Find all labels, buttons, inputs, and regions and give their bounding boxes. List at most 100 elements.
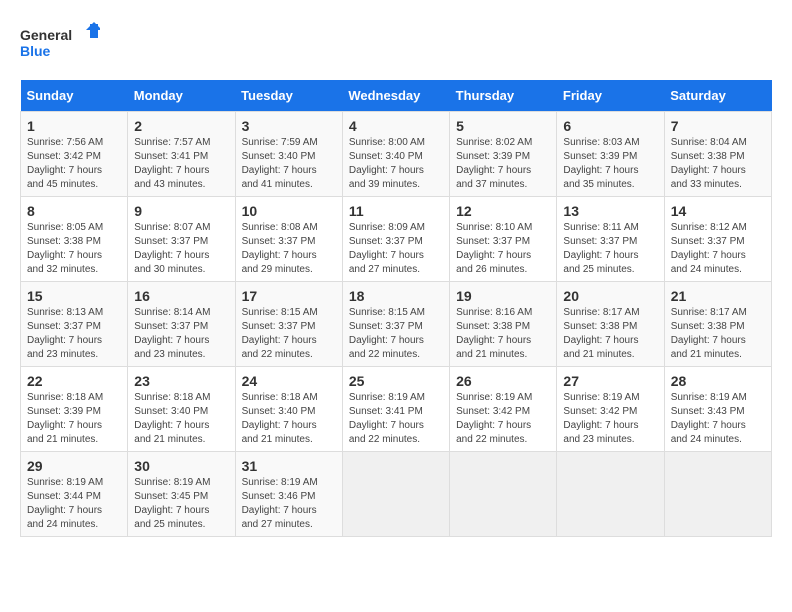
- day-info: Sunrise: 8:00 AMSunset: 3:40 PMDaylight:…: [349, 136, 443, 192]
- calendar-header: SundayMondayTuesdayWednesdayThursdayFrid…: [21, 80, 772, 112]
- calendar-cell: 4 Sunrise: 8:00 AMSunset: 3:40 PMDaylight…: [342, 112, 449, 197]
- calendar-cell: 28 Sunrise: 8:19 AMSunset: 3:43 PMDayligh…: [664, 367, 771, 452]
- calendar-cell: 2 Sunrise: 7:57 AMSunset: 3:41 PMDaylight…: [128, 112, 235, 197]
- day-info: Sunrise: 8:08 AMSunset: 3:37 PMDaylight:…: [242, 221, 336, 277]
- calendar-cell: 16 Sunrise: 8:14 AMSunset: 3:37 PMDayligh…: [128, 282, 235, 367]
- day-info: Sunrise: 8:12 AMSunset: 3:37 PMDaylight:…: [671, 221, 765, 277]
- calendar-cell: [342, 452, 449, 537]
- calendar-cell: 8 Sunrise: 8:05 AMSunset: 3:38 PMDaylight…: [21, 197, 128, 282]
- day-number: 29: [27, 458, 121, 474]
- day-number: 23: [134, 373, 228, 389]
- calendar-cell: 22 Sunrise: 8:18 AMSunset: 3:39 PMDayligh…: [21, 367, 128, 452]
- calendar-cell: 18 Sunrise: 8:15 AMSunset: 3:37 PMDayligh…: [342, 282, 449, 367]
- page-header: General Blue: [20, 20, 772, 64]
- calendar-cell: 24 Sunrise: 8:18 AMSunset: 3:40 PMDayligh…: [235, 367, 342, 452]
- day-number: 7: [671, 118, 765, 134]
- calendar-cell: 15 Sunrise: 8:13 AMSunset: 3:37 PMDayligh…: [21, 282, 128, 367]
- calendar-week-row: 15 Sunrise: 8:13 AMSunset: 3:37 PMDayligh…: [21, 282, 772, 367]
- day-info: Sunrise: 8:19 AMSunset: 3:42 PMDaylight:…: [563, 391, 657, 447]
- day-info: Sunrise: 8:05 AMSunset: 3:38 PMDaylight:…: [27, 221, 121, 277]
- calendar-cell: 27 Sunrise: 8:19 AMSunset: 3:42 PMDayligh…: [557, 367, 664, 452]
- calendar-cell: 1 Sunrise: 7:56 AMSunset: 3:42 PMDaylight…: [21, 112, 128, 197]
- day-number: 22: [27, 373, 121, 389]
- day-info: Sunrise: 7:59 AMSunset: 3:40 PMDaylight:…: [242, 136, 336, 192]
- weekday-header: Monday: [128, 80, 235, 112]
- calendar-cell: [450, 452, 557, 537]
- day-number: 25: [349, 373, 443, 389]
- day-info: Sunrise: 8:17 AMSunset: 3:38 PMDaylight:…: [671, 306, 765, 362]
- day-number: 6: [563, 118, 657, 134]
- day-number: 19: [456, 288, 550, 304]
- calendar-cell: 20Sunrise: 8:17 AMSunset: 3:38 PMDayligh…: [557, 282, 664, 367]
- calendar-cell: 29Sunrise: 8:19 AMSunset: 3:44 PMDayligh…: [21, 452, 128, 537]
- calendar-week-row: 8 Sunrise: 8:05 AMSunset: 3:38 PMDaylight…: [21, 197, 772, 282]
- calendar-cell: 3Sunrise: 7:59 AMSunset: 3:40 PMDaylight…: [235, 112, 342, 197]
- day-number: 28: [671, 373, 765, 389]
- calendar-week-row: 22 Sunrise: 8:18 AMSunset: 3:39 PMDayligh…: [21, 367, 772, 452]
- day-number: 12: [456, 203, 550, 219]
- day-info: Sunrise: 8:03 AMSunset: 3:39 PMDaylight:…: [563, 136, 657, 192]
- day-info: Sunrise: 8:02 AMSunset: 3:39 PMDaylight:…: [456, 136, 550, 192]
- day-number: 11: [349, 203, 443, 219]
- svg-text:Blue: Blue: [20, 43, 51, 59]
- day-info: Sunrise: 8:19 AMSunset: 3:42 PMDaylight:…: [456, 391, 550, 447]
- day-number: 21: [671, 288, 765, 304]
- calendar-cell: 30Sunrise: 8:19 AMSunset: 3:45 PMDayligh…: [128, 452, 235, 537]
- calendar-cell: 11 Sunrise: 8:09 AMSunset: 3:37 PMDayligh…: [342, 197, 449, 282]
- calendar-cell: 7 Sunrise: 8:04 AMSunset: 3:38 PMDaylight…: [664, 112, 771, 197]
- day-number: 15: [27, 288, 121, 304]
- day-number: 16: [134, 288, 228, 304]
- day-number: 5: [456, 118, 550, 134]
- calendar-cell: 25Sunrise: 8:19 AMSunset: 3:41 PMDayligh…: [342, 367, 449, 452]
- calendar-cell: 10 Sunrise: 8:08 AMSunset: 3:37 PMDayligh…: [235, 197, 342, 282]
- day-number: 20: [563, 288, 657, 304]
- day-info: Sunrise: 8:15 AMSunset: 3:37 PMDaylight:…: [242, 306, 336, 362]
- calendar-cell: 12Sunrise: 8:10 AMSunset: 3:37 PMDayligh…: [450, 197, 557, 282]
- weekday-header: Saturday: [664, 80, 771, 112]
- day-number: 1: [27, 118, 121, 134]
- day-info: Sunrise: 8:18 AMSunset: 3:40 PMDaylight:…: [242, 391, 336, 447]
- day-number: 30: [134, 458, 228, 474]
- day-info: Sunrise: 8:18 AMSunset: 3:39 PMDaylight:…: [27, 391, 121, 447]
- weekday-header: Wednesday: [342, 80, 449, 112]
- day-info: Sunrise: 8:13 AMSunset: 3:37 PMDaylight:…: [27, 306, 121, 362]
- day-info: Sunrise: 8:14 AMSunset: 3:37 PMDaylight:…: [134, 306, 228, 362]
- calendar-table: SundayMondayTuesdayWednesdayThursdayFrid…: [20, 80, 772, 537]
- day-number: 18: [349, 288, 443, 304]
- day-number: 31: [242, 458, 336, 474]
- calendar-cell: [664, 452, 771, 537]
- calendar-cell: 14Sunrise: 8:12 AMSunset: 3:37 PMDayligh…: [664, 197, 771, 282]
- day-number: 13: [563, 203, 657, 219]
- day-number: 2: [134, 118, 228, 134]
- day-info: Sunrise: 8:11 AMSunset: 3:37 PMDaylight:…: [563, 221, 657, 277]
- day-info: Sunrise: 7:56 AMSunset: 3:42 PMDaylight:…: [27, 136, 121, 192]
- calendar-cell: [557, 452, 664, 537]
- day-info: Sunrise: 8:09 AMSunset: 3:37 PMDaylight:…: [349, 221, 443, 277]
- logo-icon: General Blue: [20, 20, 100, 64]
- day-number: 4: [349, 118, 443, 134]
- weekday-header: Thursday: [450, 80, 557, 112]
- day-info: Sunrise: 8:15 AMSunset: 3:37 PMDaylight:…: [349, 306, 443, 362]
- day-info: Sunrise: 7:57 AMSunset: 3:41 PMDaylight:…: [134, 136, 228, 192]
- weekday-header: Tuesday: [235, 80, 342, 112]
- calendar-week-row: 1 Sunrise: 7:56 AMSunset: 3:42 PMDaylight…: [21, 112, 772, 197]
- logo: General Blue: [20, 20, 100, 64]
- calendar-cell: 9Sunrise: 8:07 AMSunset: 3:37 PMDaylight…: [128, 197, 235, 282]
- day-info: Sunrise: 8:04 AMSunset: 3:38 PMDaylight:…: [671, 136, 765, 192]
- weekday-header: Friday: [557, 80, 664, 112]
- calendar-cell: 5 Sunrise: 8:02 AMSunset: 3:39 PMDaylight…: [450, 112, 557, 197]
- day-info: Sunrise: 8:16 AMSunset: 3:38 PMDaylight:…: [456, 306, 550, 362]
- day-number: 8: [27, 203, 121, 219]
- calendar-cell: 31 Sunrise: 8:19 AMSunset: 3:46 PMDayligh…: [235, 452, 342, 537]
- calendar-cell: 26Sunrise: 8:19 AMSunset: 3:42 PMDayligh…: [450, 367, 557, 452]
- day-number: 27: [563, 373, 657, 389]
- day-number: 24: [242, 373, 336, 389]
- calendar-week-row: 29Sunrise: 8:19 AMSunset: 3:44 PMDayligh…: [21, 452, 772, 537]
- day-number: 17: [242, 288, 336, 304]
- day-number: 10: [242, 203, 336, 219]
- day-number: 9: [134, 203, 228, 219]
- day-info: Sunrise: 8:19 AMSunset: 3:43 PMDaylight:…: [671, 391, 765, 447]
- calendar-cell: 19 Sunrise: 8:16 AMSunset: 3:38 PMDayligh…: [450, 282, 557, 367]
- calendar-cell: 23Sunrise: 8:18 AMSunset: 3:40 PMDayligh…: [128, 367, 235, 452]
- day-info: Sunrise: 8:19 AMSunset: 3:46 PMDaylight:…: [242, 476, 336, 532]
